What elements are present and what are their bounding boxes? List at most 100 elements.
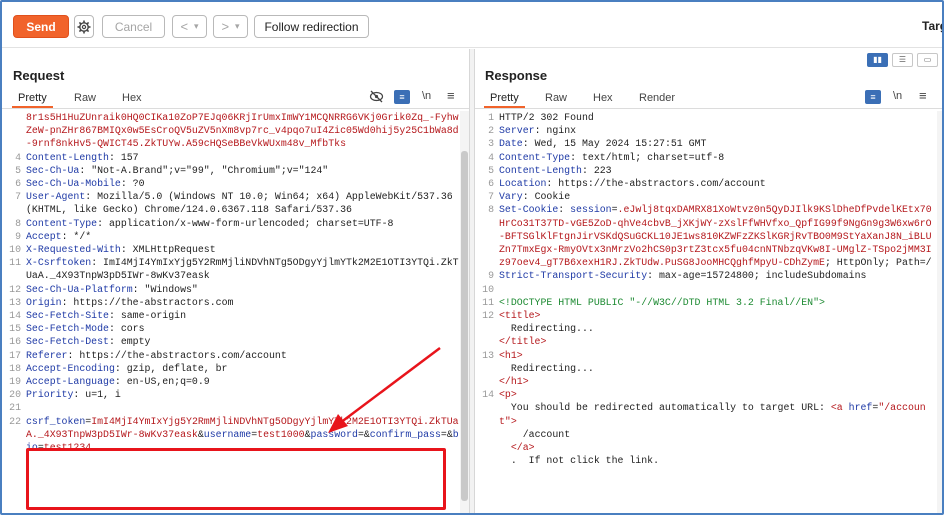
line-text: User-Agent: Mozilla/5.0 (Windows NT 10.0… xyxy=(26,190,460,216)
menu-icon[interactable]: ≡ xyxy=(447,88,455,103)
response-editor[interactable]: 1 HTTP/2 302 Found 2 Server: nginx 3 Date: We… xyxy=(475,111,937,513)
code-token: href xyxy=(848,402,873,414)
code-token: . If not click the link. xyxy=(499,455,660,467)
single-pane-icon[interactable]: ▭ xyxy=(917,53,938,67)
code-token: : cors xyxy=(108,323,145,335)
line-text: Content-Length: 157 xyxy=(26,151,460,164)
code-token: : https://the-abstractors.com xyxy=(61,296,234,308)
code-token: : gzip, deflate, br xyxy=(114,362,228,374)
code-line: 11 X-Csrftoken: ImI4MjI4YmIxYjg5Y2RmMjliN… xyxy=(2,256,460,282)
line-number: 12 xyxy=(482,310,494,322)
tab-raw[interactable]: Raw xyxy=(74,92,96,104)
line-number: 12 xyxy=(9,283,21,295)
line-number: 10 xyxy=(482,283,494,295)
line-number: 14 xyxy=(9,310,21,322)
code-token: : https://the-abstractors.com/account xyxy=(67,349,287,361)
code-line: 2 Server: nginx xyxy=(475,124,937,137)
request-scrollbar[interactable] xyxy=(460,111,469,513)
wrap-icon[interactable]: ≡ xyxy=(865,90,881,104)
target-label[interactable]: Targ xyxy=(922,19,942,33)
code-token: : ?0 xyxy=(120,178,145,190)
line-text: /account xyxy=(499,428,937,441)
code-token: csrf_token xyxy=(26,415,86,427)
code-token: You should be redirected automatically t… xyxy=(499,402,831,414)
code-token: > xyxy=(510,415,517,427)
code-line: 12 Sec-Ch-Ua-Platform: "Windows" xyxy=(2,283,460,296)
code-token: : u=1, i xyxy=(73,389,121,401)
code-line: 22 csrf_token=ImI4MjI4YmIxYjg5Y2RmMjliNDV… xyxy=(2,415,460,455)
tab-render[interactable]: Render xyxy=(639,92,675,104)
follow-redirection-button[interactable]: Follow redirection xyxy=(254,15,369,38)
tab-raw[interactable]: Raw xyxy=(545,92,567,104)
code-token: Location xyxy=(499,178,547,190)
line-number xyxy=(475,428,499,441)
line-number: 9 xyxy=(488,270,494,282)
code-token: : "Windows" xyxy=(132,283,198,295)
line-number: 3 xyxy=(488,138,494,150)
code-line: 1 HTTP/2 302 Found xyxy=(475,111,937,124)
line-text: Origin: https://the-abstractors.com xyxy=(26,296,460,309)
line-text: Content-Type: application/x-www-form-url… xyxy=(26,217,460,230)
scrollbar-thumb[interactable] xyxy=(461,151,468,501)
line-number xyxy=(475,401,499,427)
line-text: Sec-Fetch-Site: same-origin xyxy=(26,309,460,322)
code-token: <a xyxy=(830,402,849,414)
settings-button[interactable] xyxy=(74,15,94,38)
send-button[interactable]: Send xyxy=(13,15,69,38)
chevron-down-icon: ▾ xyxy=(235,21,240,31)
code-token: password xyxy=(310,428,358,440)
line-number: 6 xyxy=(488,178,494,190)
code-token: Date xyxy=(499,138,523,150)
line-number: 8 xyxy=(15,217,21,229)
code-token: : 223 xyxy=(581,164,612,176)
code-line: 16 Sec-Fetch-Dest: empty xyxy=(2,335,460,348)
code-token: : ImI4MjI4YmIxYjg5Y2RmMjliNDVhNTg5ODgyYj… xyxy=(26,257,459,282)
history-forward-button[interactable]: > ▾ xyxy=(213,15,248,38)
tab-pretty[interactable]: Pretty xyxy=(12,92,53,108)
split-horizontal-icon[interactable]: ▮▮ xyxy=(867,53,888,67)
newline-icon[interactable]: \n xyxy=(893,90,902,102)
code-line: 9 Strict-Transport-Security: max-age=1572… xyxy=(475,269,937,282)
code-token: Origin xyxy=(26,296,62,308)
line-number: 13 xyxy=(9,296,21,308)
code-token: <p> xyxy=(499,389,517,401)
newline-icon[interactable]: \n xyxy=(422,90,431,102)
code-token: </a> xyxy=(510,442,535,454)
history-back-button[interactable]: < ▾ xyxy=(172,15,207,38)
code-token: session xyxy=(570,204,612,216)
code-token: </h1> xyxy=(499,376,529,388)
line-number: 10 xyxy=(9,244,21,256)
line-text: Accept: */* xyxy=(26,230,460,243)
tab-hex[interactable]: Hex xyxy=(122,92,142,104)
code-line: 13 Origin: https://the-abstractors.com xyxy=(2,296,460,309)
code-token: : "Not-A.Brand";v="99", "Chromium";v="12… xyxy=(79,164,329,176)
line-number: 6 xyxy=(15,178,21,190)
toolbar: Send Cancel < ▾ > ▾ Follow redirection T xyxy=(2,2,942,48)
code-token: Sec-Fetch-Mode xyxy=(26,323,109,335)
response-scrollbar[interactable] xyxy=(937,111,942,513)
line-number: 13 xyxy=(482,349,494,361)
split-vertical-icon[interactable]: ☰ xyxy=(892,53,913,67)
line-number: 11 xyxy=(9,257,21,269)
line-text: <h1> xyxy=(499,349,937,362)
code-token: HTTP/2 302 Found xyxy=(499,112,594,123)
tab-hex[interactable]: Hex xyxy=(593,92,613,104)
eye-slash-icon[interactable] xyxy=(369,90,384,106)
cancel-button[interactable]: Cancel xyxy=(102,15,165,38)
wrap-icon[interactable]: ≡ xyxy=(394,90,410,104)
code-line: 9 Accept: */* xyxy=(2,230,460,243)
code-token: : en-US,en;q=0.9 xyxy=(114,376,210,388)
menu-icon[interactable]: ≡ xyxy=(919,88,927,103)
code-line: You should be redirected automatically t… xyxy=(475,401,937,427)
code-line: 8 Set-Cookie: session=.eJwlj8tqxDAMRX81Xo… xyxy=(475,203,937,269)
code-line: </h1> xyxy=(475,375,937,388)
line-number xyxy=(2,111,26,151)
tab-pretty[interactable]: Pretty xyxy=(484,92,525,108)
line-text: HTTP/2 302 Found xyxy=(499,111,937,124)
code-line: 6 Location: https://the-abstractors.com/a… xyxy=(475,177,937,190)
code-token: Sec-Ch-Ua xyxy=(26,164,80,176)
code-token: : XMLHttpRequest xyxy=(120,244,216,256)
request-editor[interactable]: 8r1s5H1HuZUnraik0HQ0CIKa10ZoP7EJq06KRjIr… xyxy=(2,111,460,513)
code-token: Set-Cookie xyxy=(499,204,559,216)
